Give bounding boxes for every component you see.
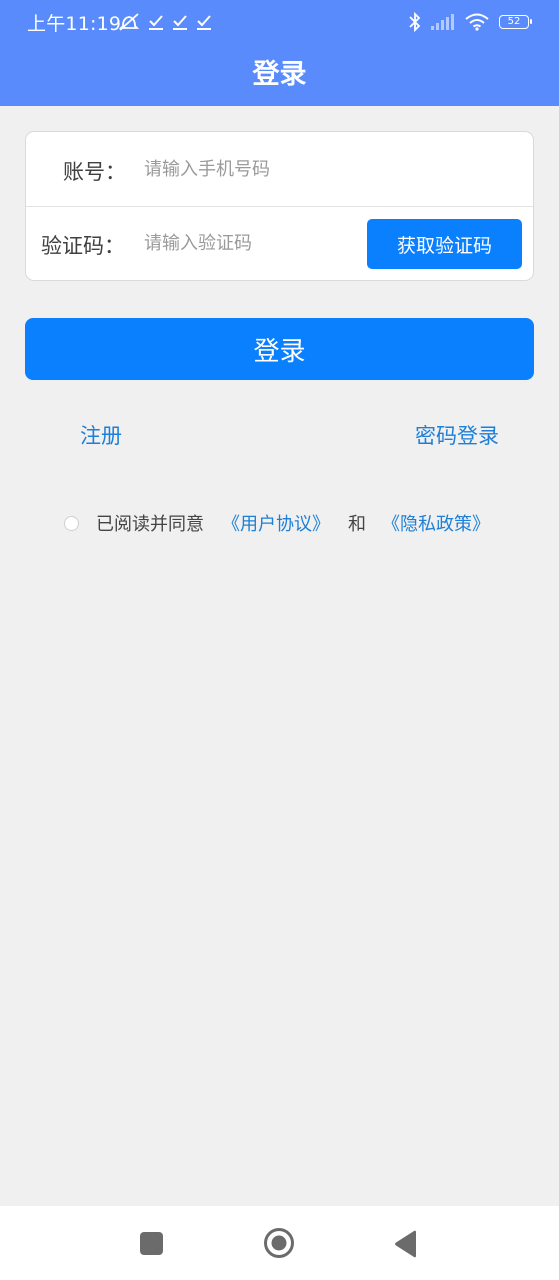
wifi-icon [465, 13, 489, 31]
password-login-link[interactable]: 密码登录 [415, 420, 499, 450]
login-button[interactable]: 登录 [25, 318, 534, 380]
privacy-policy-link[interactable]: 《隐私政策》 [382, 510, 490, 536]
battery-icon: 52 [499, 15, 532, 29]
download-done-icon [173, 15, 187, 30]
page-title: 登录 [252, 59, 307, 90]
home-icon[interactable] [263, 1227, 295, 1259]
recent-apps-icon[interactable] [140, 1232, 163, 1255]
back-icon[interactable] [394, 1230, 418, 1258]
download-done-icon [197, 15, 211, 30]
get-code-button[interactable]: 获取验证码 [367, 219, 522, 269]
register-link[interactable]: 注册 [80, 420, 122, 450]
status-time: 上午11:19 [27, 13, 122, 35]
code-label: 验证码： [41, 234, 125, 258]
download-done-icon [149, 15, 163, 30]
status-notification-icons [118, 10, 212, 34]
account-label: 账号： [63, 160, 126, 184]
user-agreement-link[interactable]: 《用户协议》 [222, 510, 330, 536]
status-system-icons: 52 [409, 10, 532, 34]
login-form-card: 账号： 验证码： 获取验证码 [25, 131, 534, 281]
bluetooth-icon [409, 12, 421, 32]
phone-input[interactable] [144, 154, 514, 184]
form-divider [26, 206, 533, 207]
agreement-row: 已阅读并同意 《用户协议》 和 《隐私政策》 [64, 509, 490, 537]
system-nav-bar [0, 1206, 559, 1280]
agreement-and: 和 [348, 514, 366, 535]
signal-icon [431, 14, 454, 30]
app-header: 上午11:19 52 登录 [0, 0, 559, 106]
agreement-prefix: 已阅读并同意 [96, 514, 204, 535]
agree-radio[interactable] [64, 515, 79, 531]
battery-level: 52 [507, 16, 521, 27]
alarm-off-icon [118, 13, 140, 31]
verification-code-input[interactable] [144, 228, 354, 258]
